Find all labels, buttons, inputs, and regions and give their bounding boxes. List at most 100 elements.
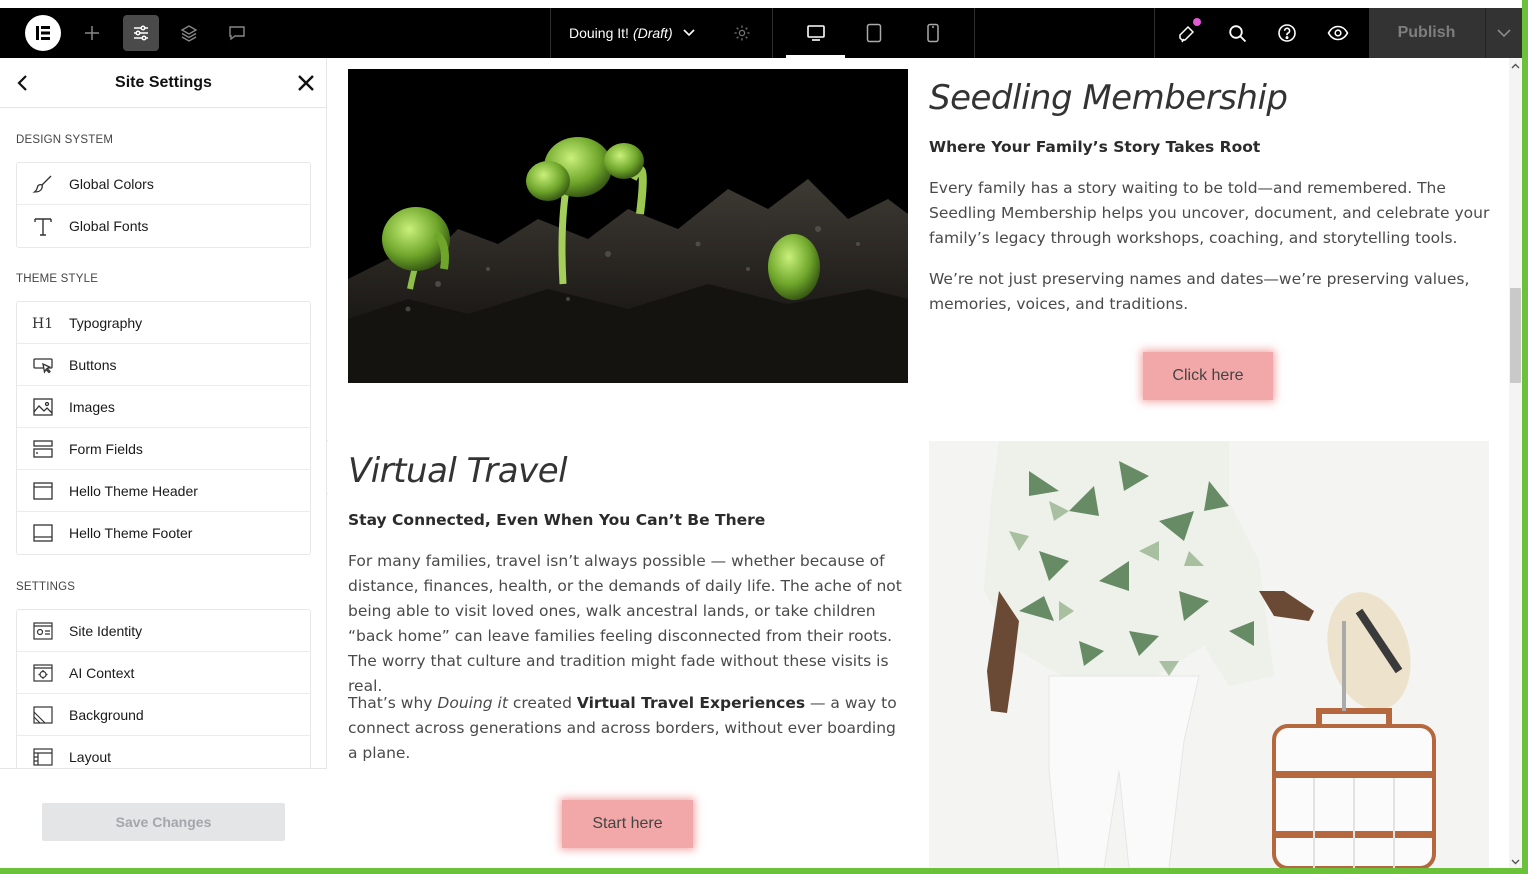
preview-eye-icon[interactable]	[1324, 8, 1352, 58]
section-label-theme-style: THEME STYLE	[16, 273, 99, 285]
form-field-icon	[32, 438, 54, 460]
site-identity-icon	[32, 620, 54, 642]
section-label-design-system: DESIGN SYSTEM	[16, 134, 114, 146]
header-layout-icon	[32, 480, 54, 502]
image-icon	[32, 396, 54, 418]
mobile-view-icon[interactable]	[912, 8, 954, 58]
comments-icon[interactable]	[224, 8, 250, 58]
travel-para2-text: created	[507, 694, 577, 712]
document-status: (Draft)	[632, 25, 673, 41]
settings-item-label: Site Identity	[69, 622, 143, 639]
footer-layout-icon	[32, 522, 54, 544]
settings-item-typography[interactable]: H1 Typography	[17, 302, 310, 344]
site-settings-panel: Site Settings DESIGN SYSTEM Global Color…	[0, 58, 327, 868]
ai-context-icon	[32, 662, 54, 684]
elementor-logo-icon[interactable]	[25, 15, 61, 51]
settings-item-label: Buttons	[69, 356, 117, 373]
chevron-down-icon	[1497, 28, 1511, 37]
settings-item-form-fields[interactable]: Form Fields	[17, 428, 310, 470]
window-frame-edge	[0, 868, 1528, 874]
travel-paragraph-1: For many families, travel isn’t always p…	[348, 552, 902, 695]
scroll-up-arrow-icon[interactable]	[1509, 60, 1522, 72]
top-strip	[0, 0, 1528, 8]
travel-para2-text: That’s why	[348, 694, 438, 712]
design-system-group: Global Colors Global Fonts	[16, 162, 311, 248]
panel-header: Site Settings	[0, 58, 327, 108]
page-canvas: Seedling Membership Where Your Family’s …	[328, 58, 1509, 868]
document-title-dropdown[interactable]: Douing It! (Draft)	[569, 8, 695, 58]
settings-item-label: Layout	[69, 749, 112, 765]
settings-item-images[interactable]: Images	[17, 386, 310, 428]
travel-para2-brand: Douing it	[437, 694, 508, 712]
settings-group: Site Identity AI Context Background Layo…	[16, 609, 311, 779]
window-frame-edge	[1522, 0, 1528, 874]
settings-item-label: Hello Theme Header	[69, 482, 198, 499]
settings-item-label: Hello Theme Footer	[69, 525, 193, 541]
settings-item-label: Typography	[69, 314, 143, 331]
seedling-click-here-button[interactable]: Click here	[1143, 352, 1273, 400]
canvas-scrollbar[interactable]	[1509, 58, 1522, 868]
heading-icon: H1	[32, 312, 54, 334]
add-element-icon[interactable]	[78, 8, 106, 58]
help-icon[interactable]	[1274, 8, 1300, 58]
button-cursor-icon	[32, 354, 54, 376]
whats-new-icon[interactable]	[1174, 8, 1200, 58]
settings-item-global-fonts[interactable]: Global Fonts	[17, 205, 310, 247]
settings-item-label: Global Colors	[69, 175, 154, 192]
travel-para2-emphasis: Virtual Travel Experiences	[576, 694, 806, 712]
settings-item-buttons[interactable]: Buttons	[17, 344, 310, 386]
theme-style-group: H1 Typography Buttons Images Form Fields…	[16, 301, 311, 555]
svg-text:H1: H1	[32, 316, 53, 332]
brush-icon	[32, 173, 54, 195]
separator	[772, 8, 773, 58]
publish-button[interactable]: Publish	[1369, 8, 1484, 58]
section-label-settings: SETTINGS	[16, 581, 76, 593]
seedling-image	[348, 69, 908, 383]
notification-dot	[1193, 18, 1201, 26]
save-changes-button[interactable]: Save Changes	[42, 803, 285, 841]
settings-item-background[interactable]: Background	[17, 694, 310, 736]
search-icon[interactable]	[1224, 8, 1250, 58]
layout-icon	[32, 746, 54, 768]
scroll-down-arrow-icon[interactable]	[1509, 856, 1522, 868]
page-settings-gear-icon[interactable]	[731, 8, 753, 58]
panel-title: Site Settings	[115, 74, 212, 91]
travel-title: Virtual Travel	[348, 451, 568, 491]
travel-start-here-button[interactable]: Start here	[562, 800, 693, 848]
settings-item-global-colors[interactable]: Global Colors	[17, 163, 310, 205]
publish-options-button[interactable]	[1485, 8, 1522, 58]
travel-subtitle: Stay Connected, Even When You Can’t Be T…	[348, 511, 766, 529]
site-settings-icon[interactable]	[123, 15, 159, 51]
desktop-view-icon[interactable]	[786, 8, 845, 58]
settings-item-label: Form Fields	[69, 440, 143, 457]
tablet-view-icon[interactable]	[852, 8, 896, 58]
separator	[1154, 8, 1155, 58]
chevron-down-icon	[683, 29, 695, 37]
settings-item-label: Background	[69, 706, 144, 723]
settings-item-hello-theme-header[interactable]: Hello Theme Header	[17, 470, 310, 512]
seedling-title: Seedling Membership	[929, 78, 1288, 118]
seedling-subtitle: Where Your Family’s Story Takes Root	[929, 138, 1261, 156]
document-title: Douing It!	[569, 25, 629, 41]
scroll-thumb[interactable]	[1510, 288, 1521, 383]
back-arrow-icon[interactable]	[12, 72, 34, 94]
settings-item-site-identity[interactable]: Site Identity	[17, 610, 310, 652]
settings-item-ai-context[interactable]: AI Context	[17, 652, 310, 694]
separator	[974, 8, 975, 58]
editor-window: { "toolbar": { "doc_title": "Douing It!"…	[0, 0, 1528, 874]
close-icon[interactable]	[295, 72, 317, 94]
travel-image	[929, 441, 1489, 868]
settings-item-label: AI Context	[69, 664, 135, 681]
settings-item-label: Images	[69, 398, 115, 415]
editor-toolbar: Douing It! (Draft) Publish	[0, 8, 1522, 58]
seedling-paragraph-1: Every family has a story waiting to be t…	[929, 179, 1490, 247]
settings-item-label: Global Fonts	[69, 218, 149, 234]
travel-paragraph-2: That’s why Douing it created Virtual Tra…	[348, 691, 908, 766]
separator	[550, 8, 551, 58]
type-icon	[32, 215, 54, 237]
seedling-paragraph-2: We’re not just preserving names and date…	[929, 270, 1470, 313]
publish-group: Publish	[1369, 8, 1522, 58]
structure-layers-icon[interactable]	[176, 8, 202, 58]
settings-item-hello-theme-footer[interactable]: Hello Theme Footer	[17, 512, 310, 554]
background-icon	[32, 704, 54, 726]
